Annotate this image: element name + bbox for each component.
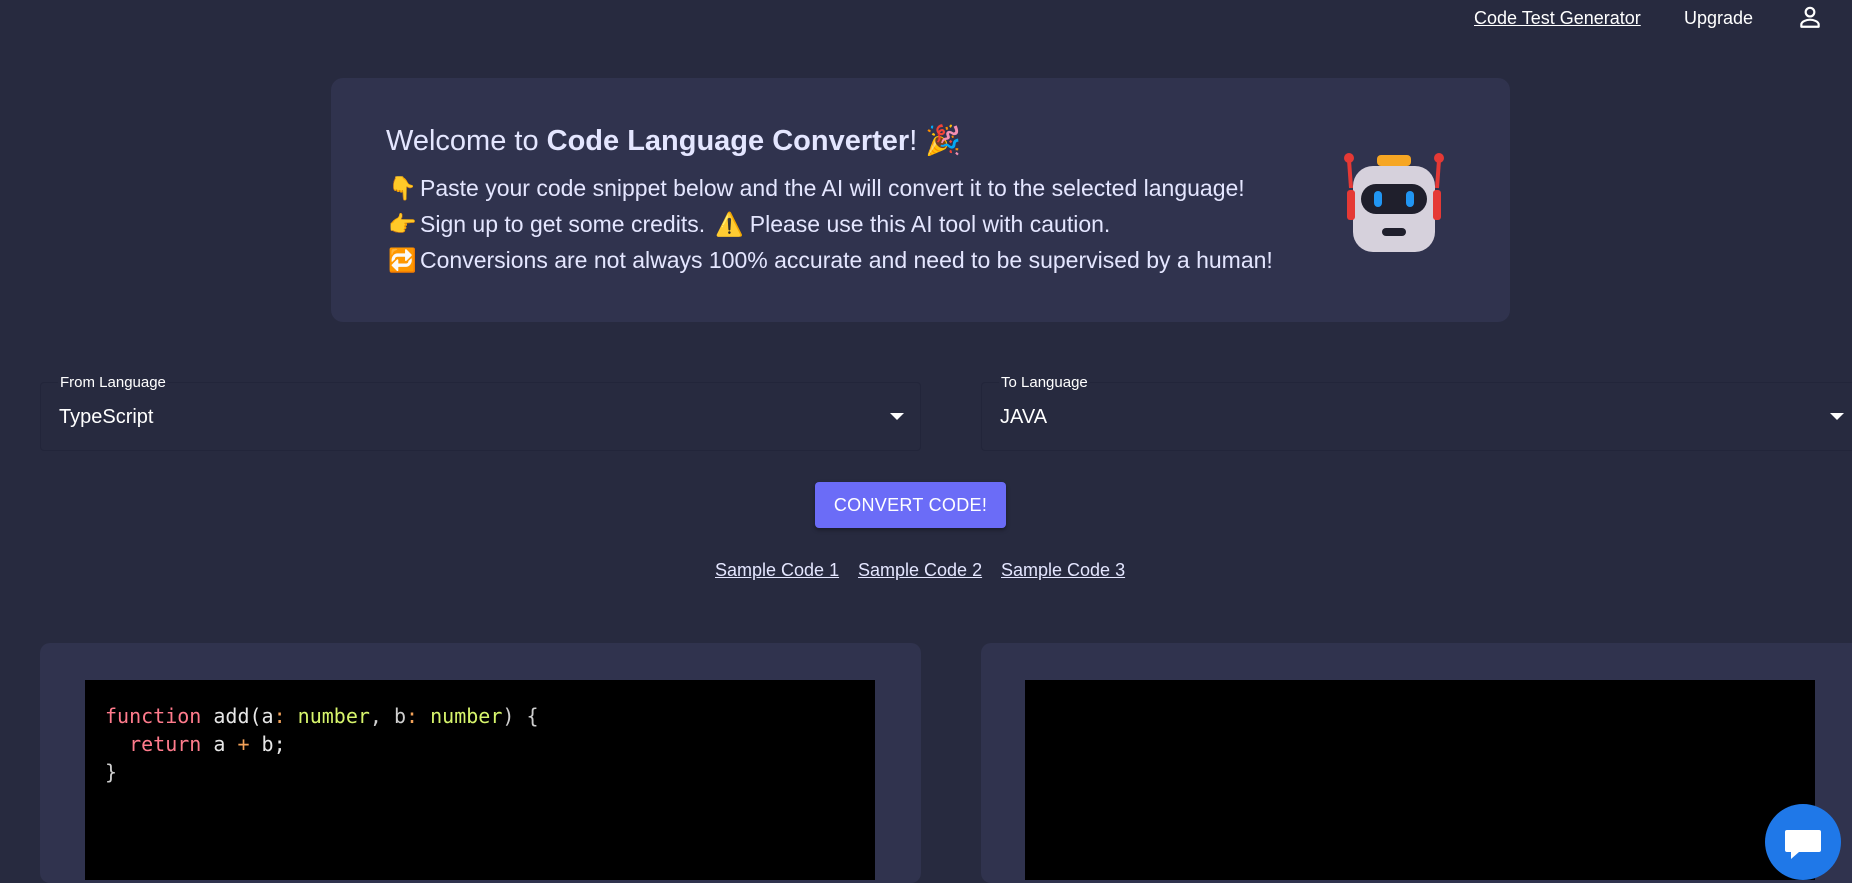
code-token: ) {	[502, 704, 539, 728]
from-language-value: TypeScript	[59, 406, 154, 428]
to-language-value: JAVA	[1000, 406, 1048, 428]
welcome-line-signup-text: Sign up to get some credits.	[420, 211, 706, 237]
from-language-select[interactable]: From Language TypeScript	[40, 374, 921, 451]
code-token: b;	[249, 732, 286, 756]
pointing-down-icon: 👇	[388, 175, 417, 201]
person-outline-icon[interactable]	[1797, 4, 1823, 30]
converted-code-panel	[981, 643, 1852, 883]
code-test-generator-link[interactable]: Code Test Generator	[1474, 8, 1641, 29]
welcome-title-app-name: Code Language Converter	[546, 125, 910, 157]
welcome-line-signup: 👉 Sign up to get some credits. ⚠️ Please us…	[388, 211, 1110, 238]
repeat-icon: 🔁	[388, 247, 417, 273]
dropdown-arrow-icon[interactable]	[890, 413, 904, 420]
source-code-panel: function add(a: number, b: number) { ret…	[40, 643, 921, 883]
welcome-title-suffix: !	[909, 125, 918, 157]
welcome-title-prefix: Welcome to	[386, 125, 547, 157]
code-type: number	[285, 704, 370, 728]
code-keyword: return	[129, 732, 202, 756]
code-keyword: function	[105, 704, 202, 728]
top-nav: Code Test Generator Upgrade	[0, 0, 1852, 38]
welcome-line-caution-text: Please use this AI tool with caution.	[749, 211, 1111, 237]
convert-code-button[interactable]: CONVERT CODE!	[815, 482, 1006, 528]
source-code-editor[interactable]: function add(a: number, b: number) { ret…	[85, 680, 875, 880]
sample-code-2-link[interactable]: Sample Code 2	[858, 560, 982, 581]
welcome-line-accuracy-text: Conversions are not always 100% accurate…	[420, 247, 1273, 273]
from-language-label: From Language	[58, 374, 168, 391]
code-token: add(a	[201, 704, 274, 728]
code-token: }	[105, 760, 118, 784]
chat-button[interactable]	[1765, 804, 1841, 880]
to-language-label: To Language	[999, 374, 1090, 391]
code-operator: :	[406, 704, 419, 728]
welcome-title: Welcome to Code Language Converter! 🎉	[386, 124, 961, 158]
code-token: a	[201, 732, 238, 756]
welcome-line-accuracy: 🔁 Conversions are not always 100% accurat…	[388, 247, 1273, 274]
chat-bubble-icon	[1785, 830, 1821, 859]
robot-icon	[1344, 153, 1444, 252]
code-token: , b	[369, 704, 407, 728]
code-operator: +	[237, 732, 250, 756]
welcome-card: Welcome to Code Language Converter! 🎉 👇 P…	[331, 78, 1510, 322]
code-type: number	[418, 704, 503, 728]
to-language-select[interactable]: To Language JAVA	[981, 374, 1852, 451]
sample-code-1-link[interactable]: Sample Code 1	[715, 560, 839, 581]
code-operator: :	[273, 704, 286, 728]
dropdown-arrow-icon[interactable]	[1830, 413, 1844, 420]
welcome-line-paste: 👇 Paste your code snippet below and the A…	[388, 175, 1245, 202]
welcome-line-paste-text: Paste your code snippet below and the AI…	[420, 175, 1245, 201]
converted-code-editor[interactable]	[1025, 680, 1815, 880]
sample-code-3-link[interactable]: Sample Code 3	[1001, 560, 1125, 581]
upgrade-link[interactable]: Upgrade	[1684, 8, 1753, 29]
warning-icon: ⚠️	[715, 211, 744, 237]
pointing-right-icon: 👉	[388, 211, 417, 237]
party-popper-icon: 🎉	[925, 125, 962, 157]
source-code-text[interactable]: function add(a: number, b: number) { ret…	[105, 702, 539, 786]
